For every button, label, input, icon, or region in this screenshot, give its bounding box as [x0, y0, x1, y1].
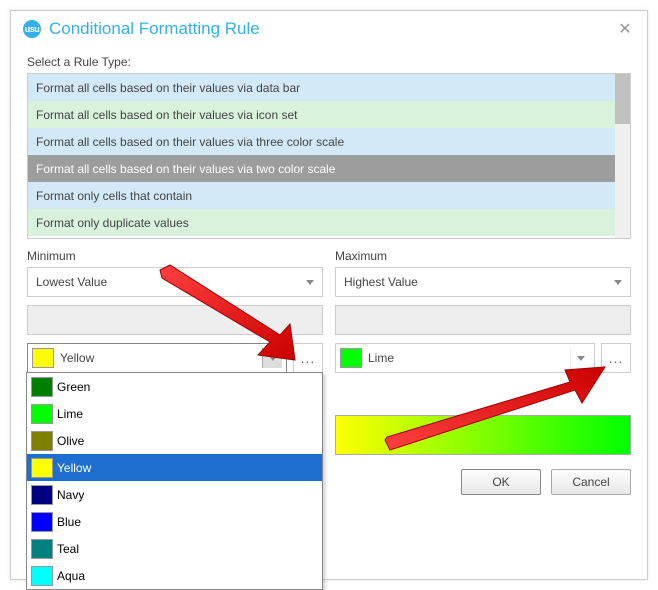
color-option[interactable]: Yellow [27, 454, 322, 481]
color-dropdown-list[interactable]: Green Lime Olive Yellow Navy Blue Teal Aqua [26, 372, 323, 590]
dialog-content: Select a Rule Type: Format all cells bas… [11, 47, 647, 511]
maximum-color-dropdown-button[interactable] [570, 348, 590, 368]
color-option[interactable]: Lime [27, 400, 322, 427]
maximum-color-name: Lime [368, 351, 570, 365]
chevron-down-icon [269, 356, 277, 361]
conditional-formatting-dialog: usu Conditional Formatting Rule ✕ Select… [10, 10, 648, 580]
minimum-color-dropdown-button[interactable] [262, 348, 282, 368]
color-option-label: Yellow [57, 461, 91, 475]
rule-type-item[interactable]: Format all cells based on their values v… [28, 74, 630, 101]
color-option[interactable]: Green [27, 373, 322, 400]
minimum-color-name: Yellow [60, 351, 262, 365]
rule-type-item[interactable]: Format only cells that contain [28, 182, 630, 209]
minimum-value-input[interactable] [27, 305, 323, 335]
color-option-swatch [31, 512, 53, 532]
maximum-label: Maximum [335, 249, 631, 263]
scroll-thumb[interactable] [615, 74, 630, 124]
color-option[interactable]: Teal [27, 535, 322, 562]
close-button[interactable]: ✕ [615, 19, 635, 39]
minimum-value-combo[interactable]: Lowest Value [27, 267, 323, 297]
color-option-swatch [31, 539, 53, 559]
color-option-label: Blue [57, 515, 81, 529]
color-option-label: Olive [57, 434, 84, 448]
rule-type-list[interactable]: Format all cells based on their values v… [27, 73, 631, 239]
minimum-color-more-button[interactable]: ... [293, 343, 323, 373]
ok-button[interactable]: OK [461, 469, 541, 495]
app-icon: usu [23, 20, 41, 38]
chevron-down-icon [306, 280, 314, 285]
color-option-swatch [31, 485, 53, 505]
chevron-down-icon [577, 356, 585, 361]
maximum-color-more-button[interactable]: ... [601, 343, 631, 373]
minimum-color-swatch [32, 348, 54, 368]
maximum-value-combo[interactable]: Highest Value [335, 267, 631, 297]
minimum-color-combo[interactable]: Yellow [27, 343, 287, 373]
color-option[interactable]: Olive [27, 427, 322, 454]
color-option[interactable]: Aqua [27, 562, 322, 589]
color-option-swatch [31, 566, 53, 586]
rule-type-label: Select a Rule Type: [27, 55, 631, 69]
color-option-label: Aqua [57, 569, 85, 583]
rule-type-item[interactable]: Format all cells based on their values v… [28, 128, 630, 155]
color-option[interactable]: Blue [27, 508, 322, 535]
color-option-swatch [31, 404, 53, 424]
maximum-value-text: Highest Value [344, 275, 614, 289]
rule-type-item[interactable]: Format only duplicate values [28, 209, 630, 236]
cancel-button[interactable]: Cancel [551, 469, 631, 495]
color-option-label: Green [57, 380, 90, 394]
scrollbar[interactable] [615, 74, 630, 238]
rule-type-item[interactable]: Format all cells based on their values v… [28, 155, 630, 182]
minimum-column: Minimum Lowest Value Yellow ... Green Lim… [27, 249, 323, 495]
maximum-color-swatch [340, 348, 362, 368]
minimum-label: Minimum [27, 249, 323, 263]
color-option-label: Teal [57, 542, 79, 556]
color-option-label: Lime [57, 407, 83, 421]
maximum-value-input[interactable] [335, 305, 631, 335]
color-option-swatch [31, 431, 53, 451]
color-option-swatch [31, 377, 53, 397]
minimum-value-text: Lowest Value [36, 275, 306, 289]
color-option-label: Navy [57, 488, 84, 502]
color-option-swatch [31, 458, 53, 478]
maximum-color-combo[interactable]: Lime [335, 343, 595, 373]
dialog-title: Conditional Formatting Rule [49, 19, 615, 39]
rule-type-item[interactable]: Format all cells based on their values v… [28, 101, 630, 128]
gradient-preview [335, 415, 631, 455]
maximum-column: Maximum Highest Value Lime ... OK [335, 249, 631, 495]
chevron-down-icon [614, 280, 622, 285]
color-option[interactable]: Navy [27, 481, 322, 508]
titlebar: usu Conditional Formatting Rule ✕ [11, 11, 647, 47]
